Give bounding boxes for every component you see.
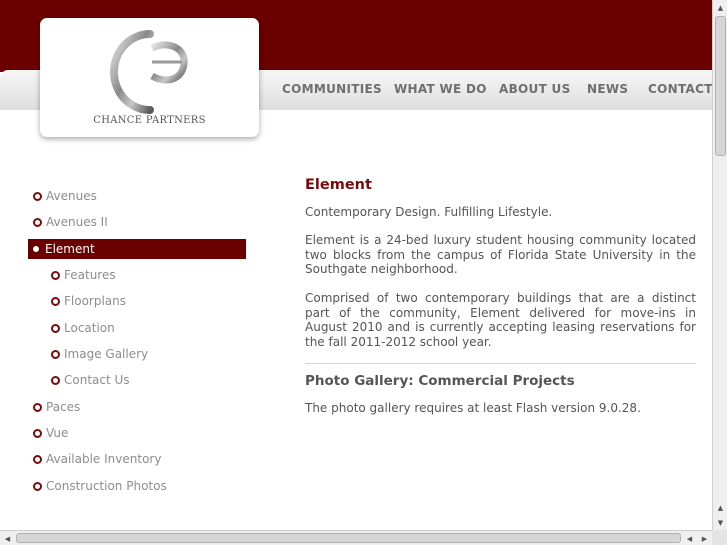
sidebar-item-label: Construction Photos: [46, 479, 167, 493]
bullet-ring-icon: [33, 402, 42, 412]
sidebar-item-label: Vue: [46, 426, 69, 440]
sidebar-item-label: Floorplans: [64, 294, 127, 308]
sidebar-item-label: Avenues: [46, 189, 97, 203]
section-divider: [305, 363, 696, 365]
sidebar-item-element[interactable]: Element: [28, 239, 246, 259]
tagline: Contemporary Design. Fulfilling Lifestyl…: [305, 204, 553, 219]
scroll-left-arrow-icon[interactable]: ◀: [682, 531, 697, 545]
sidebar-item-label: Contact Us: [64, 373, 130, 387]
logo-wordmark: CHANCE PARTNERS: [93, 115, 206, 126]
horizontal-scroll-thumb[interactable]: [16, 533, 681, 543]
nav-contact-us[interactable]: CONTACT U: [648, 82, 712, 96]
nav-news[interactable]: NEWS: [587, 82, 628, 96]
bullet-dot-icon: [33, 246, 39, 252]
sidebar-item-available-inventory[interactable]: Available Inventory: [33, 449, 161, 469]
page-viewport: COMMUNITIES WHAT WE DO ABOUT US NEWS CON…: [0, 0, 712, 530]
horizontal-scrollbar[interactable]: ◀ ◀ ▶: [0, 530, 712, 545]
nav-about-us[interactable]: ABOUT US: [499, 82, 571, 96]
bullet-ring-icon: [51, 270, 60, 280]
bullet-ring-icon: [51, 323, 60, 333]
scrollbar-corner: [712, 530, 727, 545]
chance-partners-logo-icon: [110, 30, 188, 114]
logo-card[interactable]: CHANCE PARTNERS: [40, 18, 259, 137]
sidebar-item-construction-photos[interactable]: Construction Photos: [33, 476, 167, 496]
scroll-up-arrow-icon[interactable]: ▲: [713, 0, 727, 15]
scroll-right-arrow-icon[interactable]: ▶: [697, 531, 712, 545]
scroll-up-arrow-icon[interactable]: ▲: [713, 500, 727, 515]
sidebar-item-label: Image Gallery: [64, 347, 149, 361]
intro-paragraph: Element is a 24-bed luxury student housi…: [305, 233, 696, 277]
sidebar-subitem-contact-us[interactable]: Contact Us: [51, 370, 130, 390]
bullet-ring-icon: [33, 481, 42, 491]
bullet-ring-icon: [33, 428, 42, 438]
sidebar-item-label: Paces: [46, 400, 81, 414]
sidebar-item-label: Element: [45, 242, 95, 256]
bullet-ring-icon: [51, 296, 60, 306]
bullet-ring-icon: [33, 217, 42, 227]
page-title: Element: [305, 177, 372, 193]
bullet-ring-icon: [51, 375, 60, 385]
scroll-left-arrow-icon[interactable]: ◀: [0, 531, 15, 545]
sidebar-item-paces[interactable]: Paces: [33, 397, 80, 417]
sidebar-item-label: Location: [64, 321, 115, 335]
bullet-ring-icon: [51, 349, 60, 359]
bullet-ring-icon: [33, 191, 42, 201]
sidebar-item-label: Available Inventory: [46, 452, 162, 466]
sidebar-subitem-features[interactable]: Features: [51, 265, 116, 285]
sidebar-item-label: Features: [64, 268, 116, 282]
sidebar-subitem-location[interactable]: Location: [51, 318, 115, 338]
sidebar-subitem-image-gallery[interactable]: Image Gallery: [51, 344, 148, 364]
bullet-ring-icon: [33, 454, 42, 464]
scroll-down-arrow-icon[interactable]: ▼: [713, 515, 727, 530]
main-content: Element Contemporary Design. Fulfilling …: [305, 178, 696, 430]
gallery-title: Photo Gallery: Commercial Projects: [305, 373, 575, 390]
sidebar-subitem-floorplans[interactable]: Floorplans: [51, 291, 126, 311]
nav-communities[interactable]: COMMUNITIES: [282, 82, 382, 96]
vertical-scroll-thumb[interactable]: [715, 16, 726, 156]
nav-what-we-do[interactable]: WHAT WE DO: [394, 82, 487, 96]
sidebar-item-label: Avenues II: [46, 215, 108, 229]
sidebar-item-avenues-ii[interactable]: Avenues II: [33, 212, 108, 232]
sidebar-item-avenues[interactable]: Avenues: [33, 186, 97, 206]
details-paragraph: Comprised of two contemporary buildings …: [305, 290, 696, 349]
vertical-scrollbar[interactable]: ▲ ▲ ▼: [712, 0, 727, 530]
sidebar-item-vue[interactable]: Vue: [33, 423, 68, 443]
flash-notice: The photo gallery requires at least Flas…: [305, 400, 641, 415]
